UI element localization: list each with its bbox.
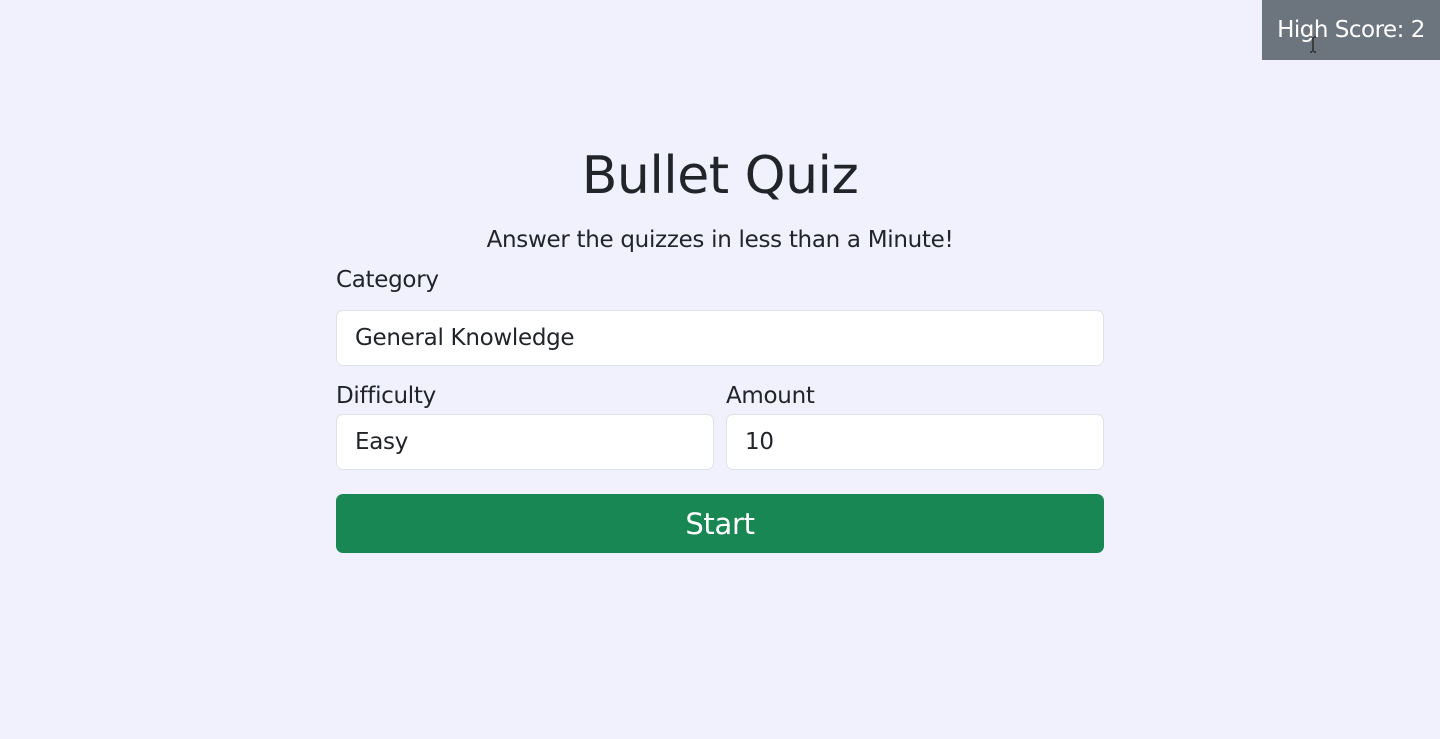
difficulty-amount-row: Difficulty Easy Amount 10: [336, 380, 1104, 470]
difficulty-select[interactable]: Easy: [336, 414, 714, 470]
amount-label: Amount: [726, 383, 815, 409]
high-score-badge: High Score: 2: [1262, 0, 1440, 60]
page-subtitle: Answer the quizzes in less than a Minute…: [486, 227, 954, 253]
page-title: Bullet Quiz: [581, 146, 859, 206]
quiz-setup-form: Bullet Quiz Answer the quizzes in less t…: [336, 130, 1104, 553]
amount-group: Amount 10: [726, 380, 1104, 470]
category-select[interactable]: General Knowledge: [336, 310, 1104, 366]
difficulty-group: Difficulty Easy: [336, 380, 714, 470]
amount-input[interactable]: 10: [726, 414, 1104, 470]
difficulty-label: Difficulty: [336, 383, 436, 409]
start-button[interactable]: Start: [336, 494, 1104, 553]
category-label: Category: [336, 267, 439, 293]
text-cursor-icon: [1310, 36, 1316, 53]
page: High Score: 2 Bullet Quiz Answer the qui…: [0, 0, 1440, 739]
